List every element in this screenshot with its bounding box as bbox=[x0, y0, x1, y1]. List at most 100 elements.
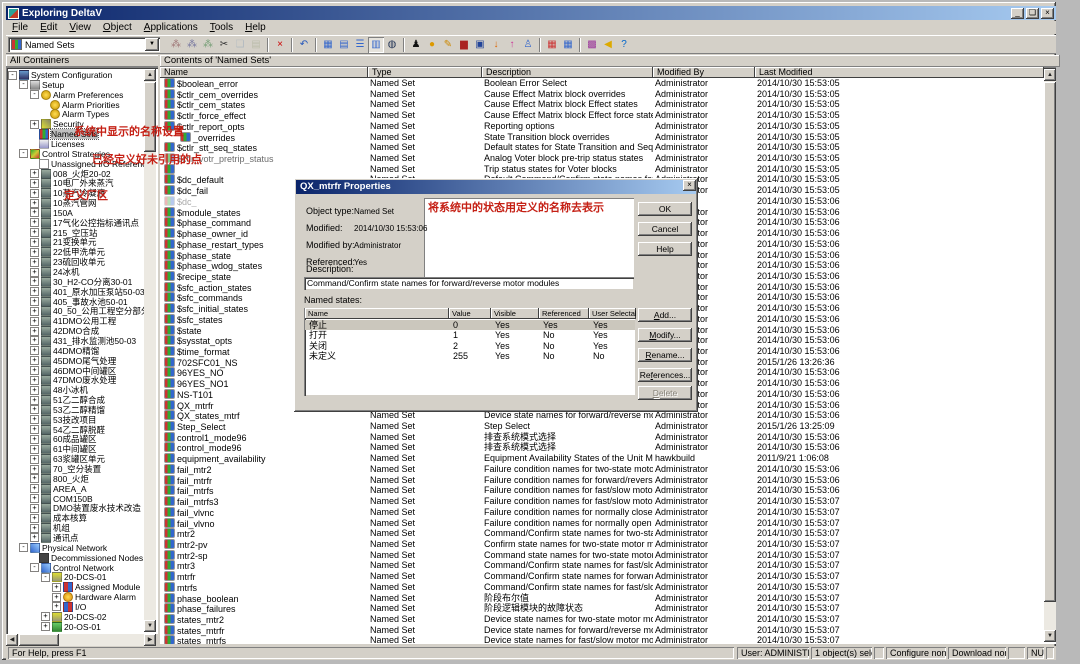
menu-edit[interactable]: Edit bbox=[34, 22, 63, 33]
menu-view[interactable]: View bbox=[63, 22, 97, 33]
expand-icon[interactable]: + bbox=[30, 445, 39, 454]
tree-horizontal-scrollbar[interactable]: ◀ ▶ bbox=[6, 634, 156, 646]
tree-item-assigned-module[interactable]: +Assigned Module bbox=[52, 582, 140, 592]
list-row-phase-failures[interactable]: phase_failuresNamed Set阶段逻辑模块的故障状态Admini… bbox=[160, 603, 1044, 614]
ok-button[interactable]: OK bbox=[638, 202, 692, 216]
state-row-item[interactable]: 停止0YesYesYes bbox=[305, 320, 635, 331]
undo-icon[interactable]: ↶ bbox=[296, 37, 312, 53]
tree-item-alarm-preferences[interactable]: -Alarm Preferences bbox=[30, 90, 123, 100]
expand-icon[interactable]: + bbox=[30, 524, 39, 533]
list-row-mtrfs[interactable]: mtrfsNamed SetCommand/Confirm state name… bbox=[160, 582, 1044, 593]
module-structure-icon[interactable]: ⁂ bbox=[200, 37, 216, 53]
paste-icon[interactable]: ▤ bbox=[248, 37, 264, 53]
tree-scroll-right-button[interactable]: ▶ bbox=[144, 634, 156, 646]
tree-scroll-up-button[interactable]: ▲ bbox=[144, 69, 156, 81]
expand-icon[interactable]: + bbox=[30, 356, 39, 365]
tree-item-alarm-priorities[interactable]: Alarm Priorities bbox=[41, 100, 120, 110]
expand-icon[interactable]: + bbox=[30, 287, 39, 296]
expand-icon[interactable]: + bbox=[30, 238, 39, 247]
maximize-button[interactable]: ❏ bbox=[1026, 8, 1039, 19]
expand-icon[interactable]: + bbox=[30, 504, 39, 513]
list-scroll-down-button[interactable]: ▼ bbox=[1044, 630, 1056, 642]
list-row-phase-boolean[interactable]: phase_booleanNamed Set阶段布尔值Administrator… bbox=[160, 593, 1044, 604]
tree-item-i-o[interactable]: +I/O bbox=[52, 602, 86, 612]
list-row-step-select[interactable]: Step_SelectNamed SetStep SelectAdministr… bbox=[160, 421, 1044, 432]
help-icon[interactable]: ? bbox=[616, 37, 632, 53]
control-studio-icon[interactable]: ⁂ bbox=[184, 37, 200, 53]
states-column-name[interactable]: Name bbox=[305, 308, 449, 319]
expand-icon[interactable]: + bbox=[30, 208, 39, 217]
expand-icon[interactable]: + bbox=[30, 268, 39, 277]
tree-item-control-network[interactable]: -Control Network bbox=[30, 563, 114, 573]
tree-hscroll-thumb[interactable] bbox=[19, 634, 59, 646]
column-header-name[interactable]: Name bbox=[160, 67, 368, 78]
expand-icon[interactable]: + bbox=[30, 514, 39, 523]
context-combobox[interactable]: Named Sets ▼ bbox=[8, 37, 160, 52]
list-row-mtr3[interactable]: mtr3Named SetCommand/Confirm state names… bbox=[160, 560, 1044, 571]
tree-item-named-sets[interactable]: Named Sets bbox=[30, 129, 98, 139]
expand-icon[interactable]: + bbox=[30, 465, 39, 474]
alarm-config-icon[interactable]: ✎ bbox=[440, 37, 456, 53]
description-field[interactable]: Command/Confirm state names for forward/… bbox=[304, 277, 634, 290]
expand-icon[interactable]: + bbox=[30, 199, 39, 208]
column-header-last-modified[interactable]: Last Modified bbox=[755, 67, 1044, 78]
list-row-states-mtrfs[interactable]: states_mtrfsNamed SetDevice state names … bbox=[160, 635, 1044, 644]
expand-icon[interactable]: + bbox=[30, 455, 39, 464]
help-button[interactable]: Help bbox=[638, 242, 692, 256]
expand-icon[interactable]: + bbox=[30, 258, 39, 267]
list-row-mtr2-sp[interactable]: mtr2-spNamed SetCommand state names for … bbox=[160, 550, 1044, 561]
state-row-item[interactable]: 未定义255YesNoNo bbox=[305, 351, 635, 362]
list-row-fail-mtrfr[interactable]: fail_mtrfrNamed SetFailure condition nam… bbox=[160, 475, 1044, 486]
collapse-icon[interactable]: - bbox=[19, 543, 28, 552]
tree-item-item[interactable]: +通讯点 bbox=[30, 533, 79, 543]
expand-icon[interactable]: + bbox=[30, 327, 39, 336]
expand-icon[interactable]: + bbox=[30, 386, 39, 395]
states-column-user-selectable[interactable]: User Selectable bbox=[589, 308, 636, 319]
list-row-states-mtr2[interactable]: states_mtr2Named SetDevice state names f… bbox=[160, 614, 1044, 625]
tree-item-20-os-01[interactable]: +20-OS-01 bbox=[41, 622, 101, 632]
list-row-control-mode96[interactable]: control_mode96Named Set排查系统模式选择Administr… bbox=[160, 442, 1044, 453]
tree-item-control-strategies[interactable]: -Control Strategies bbox=[19, 149, 110, 159]
list-row-mtr2[interactable]: mtr2Named SetCommand/Confirm state names… bbox=[160, 528, 1044, 539]
minimize-button[interactable]: _ bbox=[1011, 8, 1024, 19]
expand-icon[interactable]: + bbox=[41, 622, 50, 631]
hierarchy-view-icon[interactable]: ⁂ bbox=[168, 37, 184, 53]
expand-icon[interactable]: + bbox=[52, 593, 61, 602]
cut-icon[interactable]: ✂ bbox=[216, 37, 232, 53]
rename-button[interactable]: Rename... bbox=[638, 348, 692, 362]
details-view-icon[interactable]: ▥ bbox=[368, 37, 384, 53]
list-row-row-8[interactable]: Named SetTrip status states for Voter bl… bbox=[160, 164, 1044, 175]
expand-icon[interactable]: + bbox=[30, 218, 39, 227]
list-row-control1-mode96[interactable]: control1_mode96Named Set排查系统模式选择Administ… bbox=[160, 432, 1044, 443]
list-row-fail-mtrfs[interactable]: fail_mtrfsNamed SetFailure condition nam… bbox=[160, 485, 1044, 496]
expand-icon[interactable]: + bbox=[30, 179, 39, 188]
collapse-icon[interactable]: - bbox=[30, 563, 39, 572]
modify-button[interactable]: Modify... bbox=[638, 328, 692, 342]
list-row-overrides[interactable]: _overridesNamed SetState Transition bloc… bbox=[160, 132, 1044, 143]
dialog-close-icon[interactable]: × bbox=[683, 180, 696, 191]
book-icon[interactable]: ▆ bbox=[456, 37, 472, 53]
copy-icon[interactable]: ❏ bbox=[232, 37, 248, 53]
filter-icon[interactable]: ◍ bbox=[384, 37, 400, 53]
list-row-fail-vlvnc[interactable]: fail_vlvncNamed SetFailure condition nam… bbox=[160, 507, 1044, 518]
expand-icon[interactable]: + bbox=[52, 602, 61, 611]
tree-item-system-configuration[interactable]: -System Configuration bbox=[8, 70, 112, 80]
state-row-item[interactable]: 打开1YesNoYes bbox=[305, 330, 635, 341]
small-icons-icon[interactable]: ▤ bbox=[336, 37, 352, 53]
expand-icon[interactable]: + bbox=[30, 297, 39, 306]
expand-icon[interactable]: + bbox=[41, 612, 50, 621]
list-row-fail-mtrfs3[interactable]: fail_mtrfs3Named SetFailure condition na… bbox=[160, 496, 1044, 507]
list-view-icon[interactable]: ☰ bbox=[352, 37, 368, 53]
expand-icon[interactable]: + bbox=[30, 169, 39, 178]
expand-icon[interactable]: + bbox=[30, 533, 39, 542]
tree-item-security[interactable]: +Security bbox=[30, 119, 84, 129]
tree-item-setup[interactable]: -Setup bbox=[19, 80, 64, 90]
table-edit-icon[interactable]: ▦ bbox=[560, 37, 576, 53]
tree-scroll-thumb[interactable] bbox=[144, 82, 156, 152]
expand-icon[interactable]: + bbox=[30, 120, 39, 129]
list-row-ctlr-force-effect[interactable]: $ctlr_force_effectNamed SetCause Effect … bbox=[160, 110, 1044, 121]
tree-item-area-a[interactable]: +AREA_A bbox=[30, 484, 87, 494]
combo-dropdown-button[interactable]: ▼ bbox=[145, 38, 159, 51]
tree-scroll-left-button[interactable]: ◀ bbox=[6, 634, 18, 646]
tree-item-800[interactable]: +800_火炬 bbox=[30, 474, 89, 484]
